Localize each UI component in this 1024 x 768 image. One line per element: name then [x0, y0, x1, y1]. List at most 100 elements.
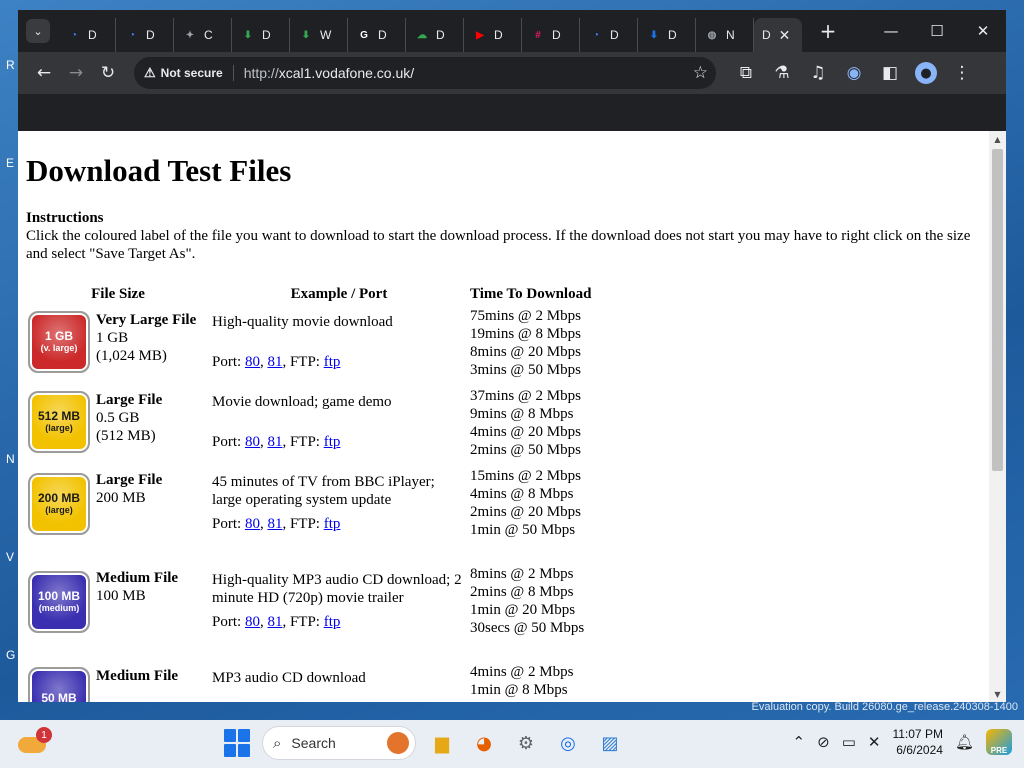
maximize-button[interactable]: ☐: [914, 22, 960, 40]
reload-icon: ↻: [100, 63, 116, 83]
volume-muted-icon[interactable]: ✕: [868, 733, 881, 751]
photos-icon[interactable]: ▨: [594, 727, 626, 759]
browser-tab[interactable]: ◔ D: [116, 18, 174, 52]
windows-logo-icon: [238, 729, 250, 742]
port-80-link[interactable]: 80: [245, 516, 260, 532]
page-viewport: Download Test Files Instructions Click t…: [18, 131, 1006, 702]
tab-search-button[interactable]: ⌄: [26, 19, 50, 43]
download-time: 37mins @ 2 Mbps: [470, 388, 581, 404]
port-81-link[interactable]: 81: [267, 614, 282, 630]
badge-size: 512 MB: [37, 409, 81, 423]
forward-button[interactable]: →: [60, 57, 92, 89]
browser-tab[interactable]: ☁ D: [406, 18, 464, 52]
scroll-down-arrow-icon[interactable]: ▼: [989, 690, 1006, 699]
tab-favicon-icon: ⬇: [301, 29, 311, 41]
time-cell: 4mins @ 2 Mbps 1min @ 8 Mbps: [468, 661, 628, 702]
taskbar-search[interactable]: ⌕ Search: [262, 726, 416, 760]
example-cell: Movie download; game demo Port: 80, 81, …: [210, 385, 468, 465]
profile-button[interactable]: ●: [910, 57, 942, 89]
preview-badge-icon[interactable]: PRE: [986, 729, 1012, 755]
download-status-icon[interactable]: ◉: [838, 57, 870, 89]
ftp-link[interactable]: ftp: [324, 434, 341, 450]
browser-tab[interactable]: ⬇ W: [290, 18, 348, 52]
browser-tab[interactable]: GD: [348, 18, 406, 52]
file-explorer-icon[interactable]: ▆: [426, 727, 458, 759]
port-81-link[interactable]: 81: [267, 354, 282, 370]
port-prefix: Port:: [212, 516, 245, 532]
clock[interactable]: 11:07 PM 6/6/2024: [892, 726, 942, 758]
minimize-button[interactable]: —: [868, 22, 914, 40]
browser-tab[interactable]: ◍ N: [696, 18, 754, 52]
ftp-link[interactable]: ftp: [324, 354, 341, 370]
example-text: 45 minutes of TV from BBC iPlayer; large…: [212, 474, 435, 508]
port-80-link[interactable]: 80: [245, 614, 260, 630]
extensions-icon[interactable]: ⧉: [730, 57, 762, 89]
new-tab-button[interactable]: +: [816, 19, 840, 43]
badge-cell: 200 MB (large): [26, 465, 94, 563]
scrollbar-thumb[interactable]: [992, 149, 1003, 471]
menu-kebab-icon[interactable]: ⋮: [946, 57, 978, 89]
size-cell: Large File 200 MB: [94, 465, 210, 563]
system-tray: ⌃ ⊘ ▭ ✕ 11:07 PM 6/6/2024 🔔︎ PRE: [793, 726, 1012, 758]
port-81-link[interactable]: 81: [267, 434, 282, 450]
address-bar[interactable]: ⚠ Not secure http://xcal1.vodafone.co.uk…: [134, 57, 716, 89]
ftp-link[interactable]: ftp: [324, 516, 341, 532]
tab-active[interactable]: D ✕: [754, 18, 802, 52]
file-size: 1 GB: [96, 330, 129, 346]
download-badge-button[interactable]: 1 GB (v. large): [28, 311, 90, 373]
windows-logo-icon: [224, 744, 236, 757]
browser-tab[interactable]: ◔ D: [580, 18, 638, 52]
ftp-link[interactable]: ftp: [324, 614, 341, 630]
browser-tab[interactable]: # D: [522, 18, 580, 52]
security-chip[interactable]: ⚠ Not secure: [144, 65, 234, 81]
browser-tab[interactable]: ⬇ D: [232, 18, 290, 52]
desktop-icon-label: E: [6, 156, 15, 170]
browser-tab[interactable]: ▶ D: [464, 18, 522, 52]
table-row: 100 MB (medium) Medium File 100 MB High-…: [26, 563, 628, 661]
display-icon[interactable]: ▭: [842, 733, 856, 751]
url-host: xcal1.vodafone.co.uk/: [278, 65, 415, 81]
bell-icon[interactable]: 🔔︎: [955, 733, 974, 751]
download-badge-button[interactable]: 512 MB (large): [28, 391, 90, 453]
side-panel-icon[interactable]: ◧: [874, 57, 906, 89]
tab-list: ◔ D ◔ D ✦ C ⬇ D ⬇ W G D ☁ D ▶ D # D ◔ D ⬇ D ◍ N: [58, 10, 754, 52]
tab-label: D: [262, 28, 271, 42]
example-text: MP3 audio CD download: [212, 670, 366, 686]
browser-tab[interactable]: ⬇ D: [638, 18, 696, 52]
badge-cell: 100 MB (medium): [26, 563, 94, 661]
browser-tab[interactable]: ✦ C: [174, 18, 232, 52]
column-header-file-size: File Size: [91, 286, 145, 302]
labs-flask-icon[interactable]: ⚗: [766, 57, 798, 89]
back-button[interactable]: ←: [28, 57, 60, 89]
settings-gear-icon[interactable]: ⚙: [510, 727, 542, 759]
bookmark-star-icon[interactable]: ☆: [693, 63, 708, 83]
port-81-link[interactable]: 81: [267, 516, 282, 532]
firefox-icon[interactable]: ◕: [468, 727, 500, 759]
download-badge-button[interactable]: 100 MB (medium): [28, 571, 90, 633]
download-time: 75mins @ 2 Mbps: [470, 308, 581, 324]
tab-favicon-icon: #: [535, 29, 541, 41]
taskbar-apps: ⌕ Search ▆ ◕ ⚙ ◎ ▨: [224, 726, 626, 760]
download-badge-button[interactable]: 50 MB: [28, 667, 90, 702]
close-tab-icon[interactable]: ✕: [779, 27, 791, 44]
url-text[interactable]: http://xcal1.vodafone.co.uk/: [244, 65, 414, 81]
desktop-icon-label: G: [6, 648, 16, 662]
vertical-scrollbar[interactable]: ▲ ▼: [989, 131, 1006, 702]
weather-widget[interactable]: 1: [18, 727, 52, 759]
port-80-link[interactable]: 80: [245, 434, 260, 450]
column-header-time: Time To Download: [470, 286, 592, 302]
example-text: Movie download; game demo: [212, 394, 392, 410]
download-badge-button[interactable]: 200 MB (large): [28, 473, 90, 535]
chrome-icon[interactable]: ◎: [552, 727, 584, 759]
start-button[interactable]: [224, 729, 252, 757]
example-cell: High-quality MP3 audio CD download; 2 mi…: [210, 563, 468, 661]
media-control-icon[interactable]: ♫: [802, 57, 834, 89]
table-body: 1 GB (v. large) Very Large File 1 GB (1,…: [26, 305, 628, 702]
close-window-button[interactable]: ✕: [960, 22, 1006, 40]
network-off-icon[interactable]: ⊘: [817, 733, 830, 751]
port-80-link[interactable]: 80: [245, 354, 260, 370]
chevron-up-icon[interactable]: ⌃: [793, 733, 806, 751]
scroll-up-arrow-icon[interactable]: ▲: [989, 135, 1006, 144]
reload-button[interactable]: ↻: [92, 57, 124, 89]
browser-tab[interactable]: ◔ D: [58, 18, 116, 52]
